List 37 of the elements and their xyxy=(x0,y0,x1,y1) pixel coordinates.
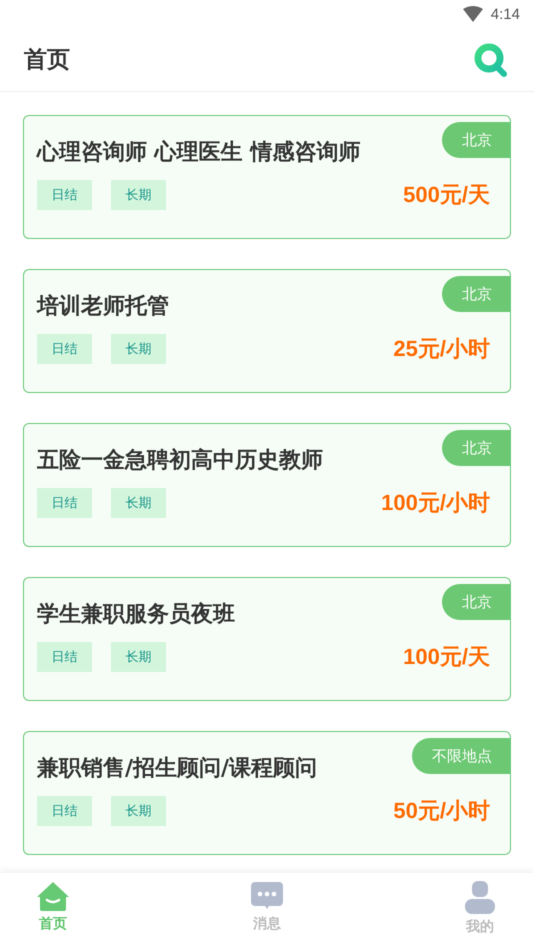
home-icon xyxy=(36,881,70,911)
job-pay: 50元/小时 xyxy=(393,797,490,825)
job-tag: 日结 xyxy=(37,488,92,518)
location-badge: 北京 xyxy=(442,276,510,312)
job-tag: 日结 xyxy=(37,334,92,364)
job-title: 学生兼职服务员夜班 xyxy=(37,600,235,629)
job-card[interactable]: 北京 培训老师托管 日结 长期 25元/小时 xyxy=(23,269,511,393)
job-tag: 长期 xyxy=(111,334,166,364)
job-title: 培训老师托管 xyxy=(37,293,169,321)
job-tag: 长期 xyxy=(111,488,166,518)
job-card[interactable]: 北京 学生兼职服务员夜班 日结 长期 100元/天 xyxy=(23,577,511,701)
chat-icon xyxy=(250,881,284,911)
job-card[interactable]: 北京 五险一金急聘初高中历史教师 日结 长期 100元/小时 xyxy=(23,423,511,547)
status-time: 4:14 xyxy=(490,6,520,22)
job-tag: 长期 xyxy=(111,796,166,826)
wifi-icon xyxy=(462,6,483,22)
job-tag: 日结 xyxy=(37,180,92,210)
search-icon[interactable] xyxy=(474,42,508,76)
location-badge: 北京 xyxy=(442,122,510,158)
job-pay: 100元/天 xyxy=(403,643,490,671)
user-icon xyxy=(464,881,496,914)
job-pay: 100元/小时 xyxy=(381,489,490,517)
job-card[interactable]: 不限地点 兼职销售/招生顾问/课程顾问 日结 长期 50元/小时 xyxy=(23,731,511,855)
job-card[interactable]: 北京 心理咨询师 心理医生 情感咨询师 日结 长期 500元/天 xyxy=(23,115,511,239)
location-badge: 不限地点 xyxy=(412,738,510,774)
job-tag: 长期 xyxy=(111,180,166,210)
job-pay: 25元/小时 xyxy=(393,335,490,363)
location-badge: 北京 xyxy=(442,584,510,620)
job-tag: 日结 xyxy=(37,796,92,826)
job-tag: 日结 xyxy=(37,642,92,672)
job-pay: 500元/天 xyxy=(403,181,490,209)
job-title: 五险一金急聘初高中历史教师 xyxy=(37,446,323,475)
location-badge: 北京 xyxy=(442,430,510,466)
job-title: 心理咨询师 心理医生 情感咨询师 xyxy=(37,138,360,167)
page-title: 首页 xyxy=(24,46,70,75)
job-title: 兼职销售/招生顾问/课程顾问 xyxy=(37,755,318,783)
job-tag: 长期 xyxy=(111,642,166,672)
